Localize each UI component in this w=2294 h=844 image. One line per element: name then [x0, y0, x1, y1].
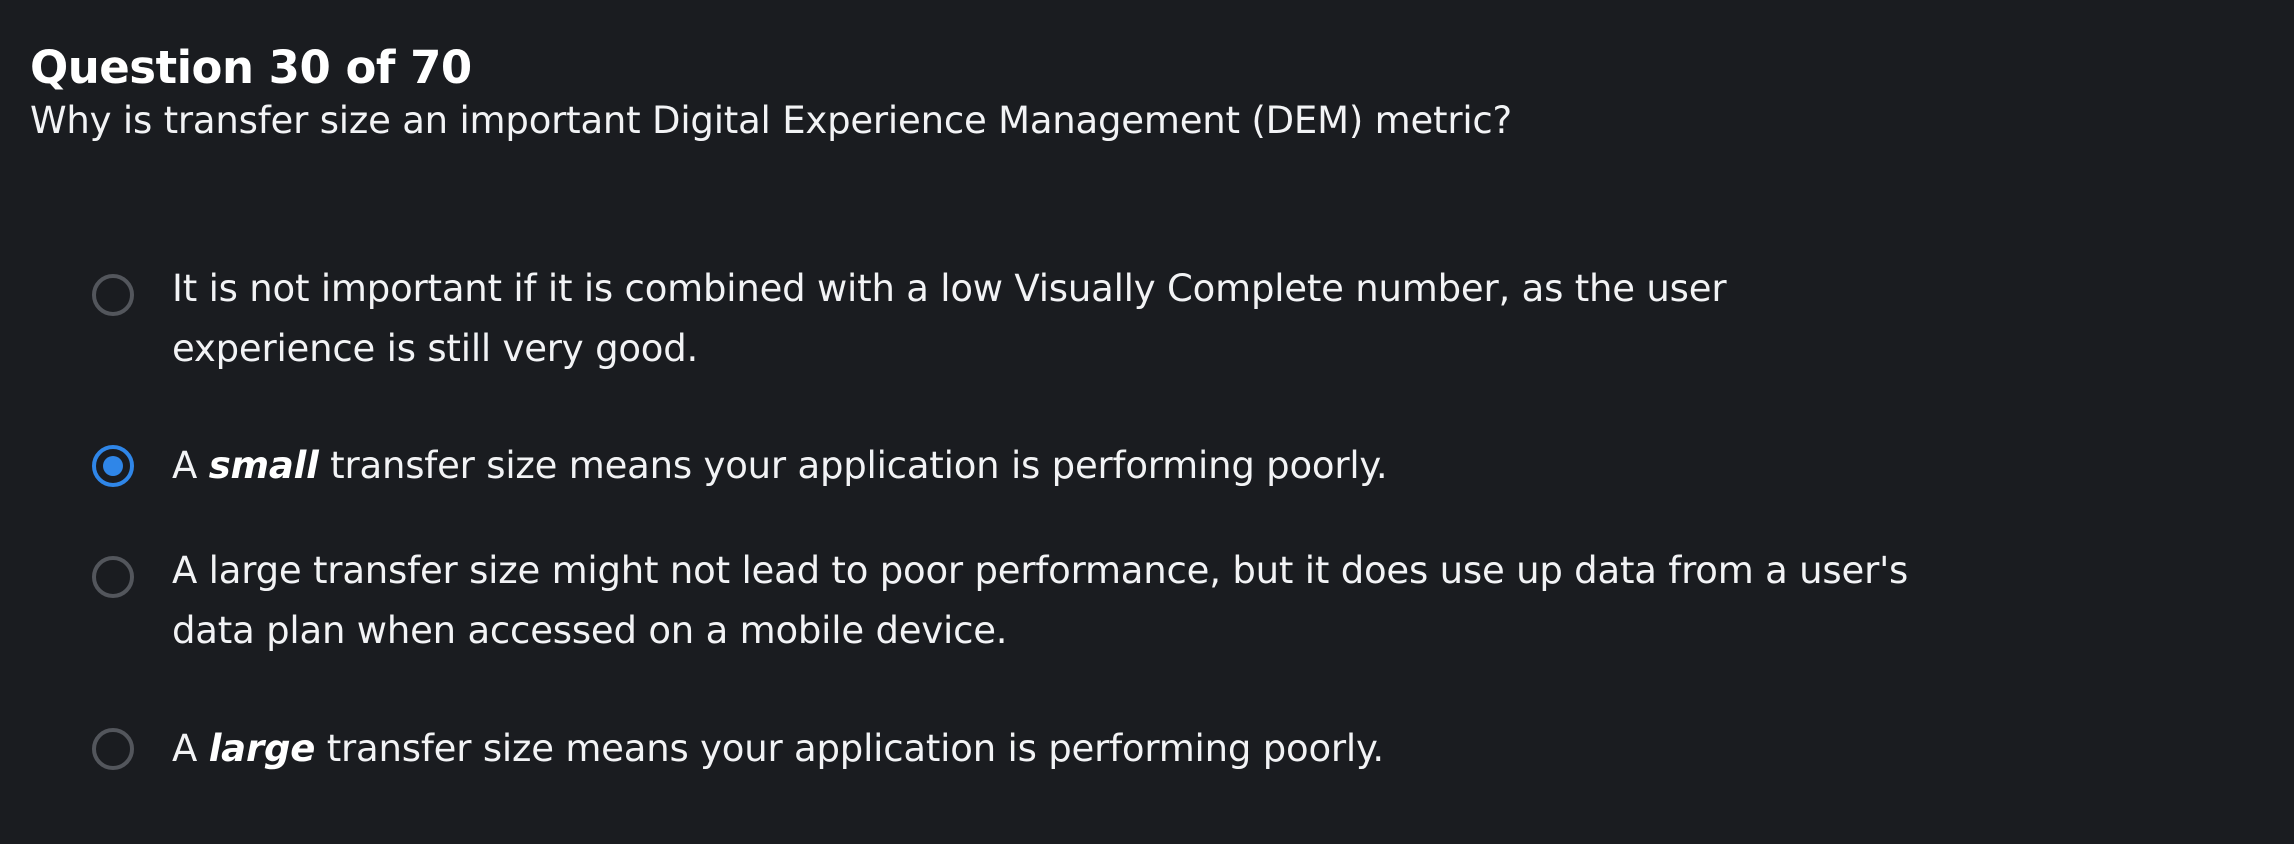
answer-option-3-label[interactable]: A large transfer size might not lead to …	[172, 541, 2022, 661]
question-header: Question 30 of 70	[30, 41, 472, 94]
answer-option-2-prefix: A	[172, 444, 209, 487]
radio-button-2-selected[interactable]	[92, 445, 134, 487]
answer-option-3-line-2: data plan when accessed on a mobile devi…	[172, 609, 1008, 652]
answer-option-2-emphasis: small	[208, 444, 319, 487]
answer-option-2-label[interactable]: A small transfer size means your applica…	[172, 436, 1872, 496]
radio-button-3[interactable]	[92, 556, 134, 598]
answer-option-4-emphasis: large	[208, 727, 316, 770]
quiz-container: Question 30 of 70 Why is transfer size a…	[30, 38, 1990, 770]
answer-option-4-prefix: A	[172, 727, 209, 770]
answer-option-3-line-1: A large transfer size might not lead to …	[172, 549, 1909, 592]
radio-button-4[interactable]	[92, 728, 134, 770]
answer-option-2-suffix: transfer size means your application is …	[318, 444, 1388, 487]
question-text: Why is transfer size an important Digita…	[30, 99, 1512, 142]
radio-button-1[interactable]	[92, 274, 134, 316]
answer-option-4-suffix: transfer size means your application is …	[315, 727, 1384, 770]
answer-option-1-line-2: experience is still very good.	[172, 327, 699, 370]
answer-option-1-label[interactable]: It is not important if it is combined wi…	[172, 259, 1872, 379]
answer-option-4-label[interactable]: A large transfer size means your applica…	[172, 719, 1872, 779]
answer-option-1-line-1: It is not important if it is combined wi…	[172, 267, 1727, 310]
